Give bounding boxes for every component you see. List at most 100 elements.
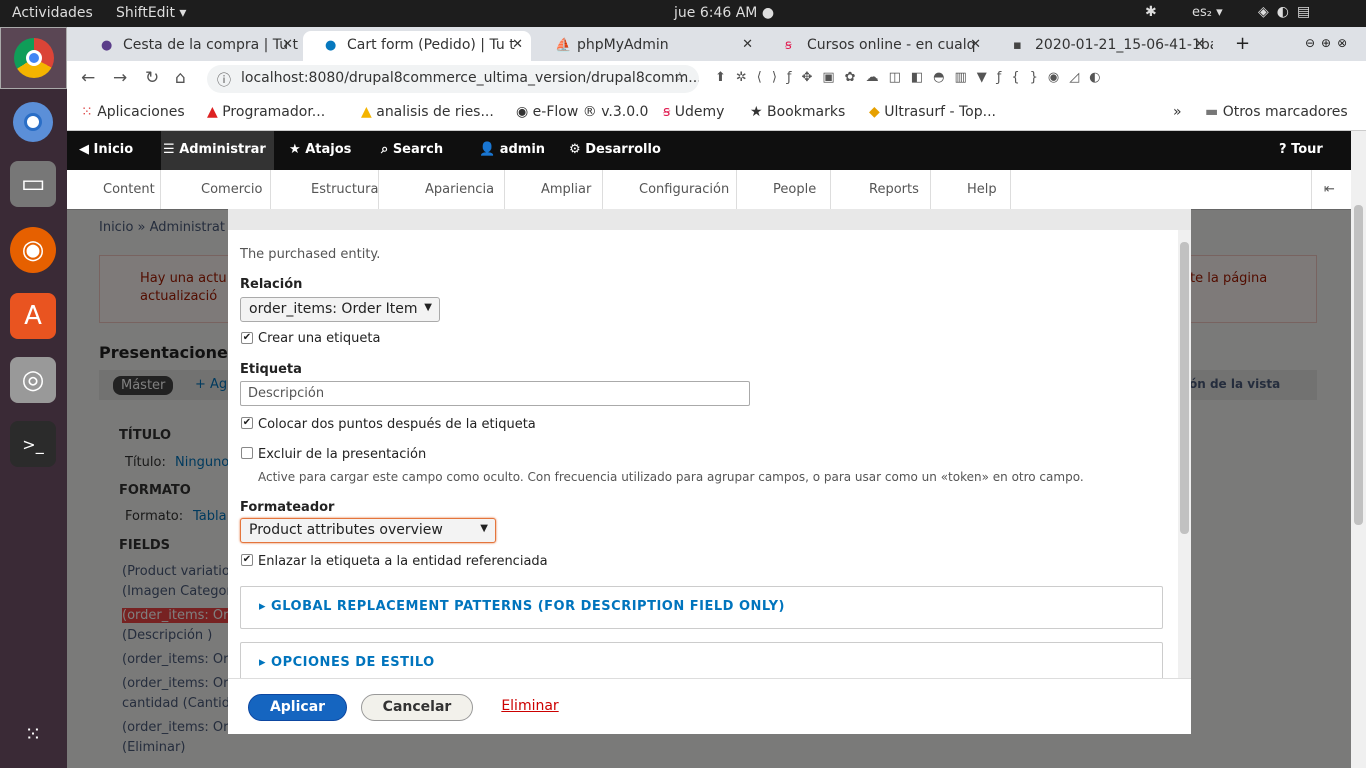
show-apps-icon[interactable]: ⁙: [10, 711, 56, 757]
toolbar-administrar[interactable]: ☰ Administrar: [161, 131, 274, 170]
system-top-bar: Actividades ShiftEdit ▾ jue 6:46 AM ● ✱ …: [0, 0, 1366, 27]
window-controls[interactable]: ⊖⊕⊗: [1305, 36, 1353, 50]
toolbar-atajos[interactable]: ★ Atajos: [289, 142, 351, 157]
relacion-label: Relación: [240, 277, 303, 292]
reload-icon[interactable]: ↻: [145, 68, 159, 88]
configure-field-dialog: The purchased entity. Relación order_ite…: [228, 209, 1191, 734]
tab-strip: ● Cesta de la compra | Tu t ✕ ● Cart form (…: [67, 27, 1366, 61]
menu-people[interactable]: People: [737, 170, 831, 209]
tab-phpmyadmin[interactable]: ⛵ phpMyAdmin ✕: [533, 31, 761, 61]
page-scrollbar[interactable]: [1351, 131, 1366, 768]
relacion-select[interactable]: order_items: Order Item ▼: [240, 297, 440, 322]
eliminar-link[interactable]: Eliminar: [500, 694, 560, 721]
bookmark-label: Aplicaciones: [97, 104, 185, 120]
bookmark-udemy[interactable]: ꞩ Udemy: [663, 104, 724, 120]
close-tab-icon[interactable]: ✕: [970, 37, 981, 52]
menu-icon: ☰: [163, 142, 175, 157]
toolbar-inicio[interactable]: ◀ Inicio: [79, 142, 133, 157]
etiqueta-label: Etiqueta: [240, 362, 302, 377]
bookmark-analisis[interactable]: ▲ analisis de ries...: [361, 104, 494, 120]
browser-toolbar: ← → ↻ ⌂ ⓘ localhost:8080/drupal8commerce_…: [67, 61, 1366, 97]
new-tab-icon[interactable]: +: [1235, 33, 1250, 54]
activities-button[interactable]: Actividades: [12, 5, 93, 21]
software-center-dock-icon[interactable]: A: [10, 293, 56, 339]
field-description: The purchased entity.: [240, 247, 381, 262]
crear-etiqueta-checkbox[interactable]: ✔: [241, 332, 253, 344]
tab-cursos[interactable]: ꞩ Cursos online - en cualq ✕: [763, 31, 989, 61]
search-icon: ⌕: [381, 142, 389, 157]
chrome-dock-icon[interactable]: [0, 27, 67, 89]
global-replacement-details[interactable]: ▸ GLOBAL REPLACEMENT PATTERNS (FOR DESCR…: [240, 586, 1163, 629]
firefox-dock-icon[interactable]: ◉: [10, 227, 56, 273]
tab-cart-form[interactable]: ● Cart form (Pedido) | Tu t ✕: [303, 31, 531, 61]
home-icon[interactable]: ⌂: [175, 68, 186, 88]
bookmark-apps[interactable]: ⁙ Aplicaciones: [81, 104, 185, 120]
back-circle-icon: ◀: [79, 142, 89, 157]
angular-icon: ▲: [207, 104, 218, 120]
menu-comercio[interactable]: Comercio: [161, 170, 271, 209]
forward-icon[interactable]: →: [113, 68, 127, 88]
toolbar-desarrollo[interactable]: ⚙ Desarrollo: [569, 142, 661, 157]
excluir-description: Active para cargar este campo como ocult…: [258, 470, 1084, 484]
bookmark-ultrasurf[interactable]: ◆ Ultrasurf - Top...: [869, 104, 996, 120]
close-tab-icon[interactable]: ✕: [1194, 37, 1205, 52]
bluetooth-icon[interactable]: ✱: [1145, 4, 1157, 20]
bookmark-programador[interactable]: ▲ Programador...: [207, 104, 325, 120]
cancelar-button[interactable]: Cancelar: [361, 694, 473, 721]
menu-apariencia[interactable]: Apariencia: [379, 170, 505, 209]
enlazar-checkbox[interactable]: ✔: [241, 554, 253, 566]
language-indicator[interactable]: es₂ ▾: [1192, 5, 1223, 20]
dropdown-arrow-icon: ▼: [480, 523, 488, 534]
aplicar-button[interactable]: Aplicar: [248, 694, 347, 721]
chromium-dock-icon[interactable]: [10, 99, 56, 145]
menu-reports[interactable]: Reports: [831, 170, 931, 209]
opciones-estilo-details[interactable]: ▸ OPCIONES DE ESTILO: [240, 642, 1163, 678]
bookmarks-overflow[interactable]: »: [1173, 104, 1182, 120]
bookmark-eflow[interactable]: ◉ e-Flow ® v.3.0.0: [516, 104, 648, 120]
toolbar-admin-user[interactable]: 👤 admin: [479, 142, 545, 157]
app-menu[interactable]: ShiftEdit ▾: [116, 5, 186, 21]
menu-content[interactable]: Content: [77, 170, 161, 209]
dialog-scrollbar[interactable]: [1178, 230, 1191, 678]
tab-cesta[interactable]: ● Cesta de la compra | Tu t ✕: [79, 31, 301, 61]
back-icon[interactable]: ←: [81, 68, 95, 88]
menu-help[interactable]: Help: [931, 170, 1011, 209]
extension-icons[interactable]: ⬆✲⟨⟩ƒ✥▣✿☁◫◧◓▥▼ƒ{}◉◿◐: [715, 70, 1111, 85]
toolbar-search[interactable]: ⌕ Search: [381, 142, 443, 157]
clock[interactable]: jue 6:46 AM ●: [674, 5, 774, 21]
tab-video[interactable]: ▪ 2020-01-21_15-06-41-1ba ✕: [991, 31, 1213, 61]
collapse-tray-icon[interactable]: ⇤: [1311, 170, 1351, 209]
menu-estructura[interactable]: Estructura: [271, 170, 379, 209]
dialog-scrollbar-thumb[interactable]: [1180, 242, 1189, 534]
colocar-dos-puntos-checkbox[interactable]: ✔: [241, 417, 253, 429]
bookmark-otros[interactable]: ▬ Otros marcadores: [1205, 104, 1348, 120]
star-icon: ★: [289, 142, 301, 157]
address-bar[interactable]: ⓘ localhost:8080/drupal8commerce_ultima_v…: [207, 65, 699, 93]
bookmark-label: Programador...: [222, 104, 326, 120]
bookmark-star-icon[interactable]: ☆: [674, 70, 686, 85]
menu-ampliar[interactable]: Ampliar: [505, 170, 603, 209]
bookmark-label: e-Flow ® v.3.0.0: [532, 104, 649, 120]
folder-icon: ▬: [1205, 104, 1219, 120]
camera-dock-icon[interactable]: ◎: [10, 357, 56, 403]
bookmark-label: Udemy: [674, 104, 725, 120]
menu-configuracion[interactable]: Configuración: [603, 170, 737, 209]
udemy-icon: ꞩ: [785, 38, 792, 53]
udemy-icon: ꞩ: [663, 104, 671, 120]
bookmark-bookmarks[interactable]: ★ Bookmarks: [750, 104, 845, 120]
excluir-checkbox[interactable]: [241, 447, 253, 459]
close-tab-icon[interactable]: ✕: [282, 37, 293, 52]
tab-label: Cesta de la compra | Tu t: [123, 37, 299, 53]
close-tab-icon[interactable]: ✕: [742, 37, 753, 52]
close-tab-icon[interactable]: ✕: [512, 37, 523, 52]
formateador-select[interactable]: Product attributes overview ▼: [240, 518, 496, 543]
system-tray-icons[interactable]: ◈◐▤: [1258, 4, 1318, 20]
phpmyadmin-icon: ⛵: [555, 38, 572, 53]
tab-label: 2020-01-21_15-06-41-1ba: [1035, 37, 1213, 53]
browser-window: ● Cesta de la compra | Tu t ✕ ● Cart form (…: [67, 27, 1366, 131]
terminal-dock-icon[interactable]: >_: [10, 421, 56, 467]
files-dock-icon[interactable]: ▭: [10, 161, 56, 207]
scrollbar-thumb[interactable]: [1354, 205, 1363, 525]
etiqueta-input[interactable]: Descripción: [240, 381, 750, 406]
toolbar-tour[interactable]: ? Tour: [1279, 142, 1323, 157]
